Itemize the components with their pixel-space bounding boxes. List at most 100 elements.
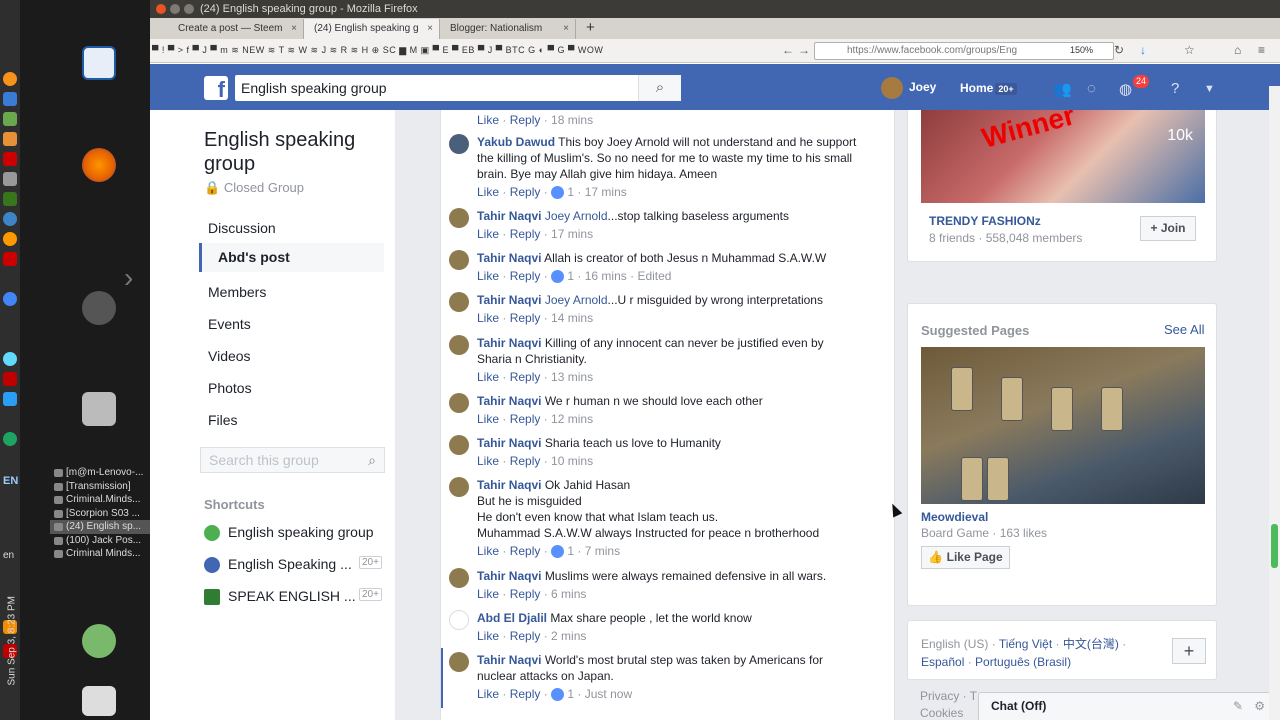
url-bar[interactable]: https://www.facebook.com/groups/Eng [814, 42, 1114, 60]
reply-link[interactable]: Reply [510, 587, 541, 601]
avatar[interactable] [449, 250, 469, 270]
reply-link[interactable]: Reply [510, 454, 541, 468]
like-link[interactable]: Like [477, 113, 499, 127]
commenter-name[interactable]: Abd El Djalil [477, 611, 547, 625]
avatar[interactable] [449, 568, 469, 588]
close-tab-icon[interactable]: × [563, 19, 569, 38]
shortcut-item[interactable]: English Speaking ... 20+ [204, 556, 384, 574]
commenter-name[interactable]: Tahir Naqvi [477, 251, 541, 265]
avatar[interactable] [449, 335, 469, 355]
new-tab-button[interactable]: + [586, 18, 595, 38]
app-icon[interactable] [3, 192, 17, 206]
app-icon[interactable] [3, 172, 17, 186]
maximize-window-icon[interactable] [184, 4, 194, 14]
commenter-name[interactable]: Tahir Naqvi [477, 653, 541, 667]
group-cover-image[interactable]: Winner 10k [921, 110, 1205, 203]
fb-search-input[interactable]: English speaking group [235, 75, 681, 101]
comment-time[interactable]: 17 mins [551, 227, 593, 241]
cookies-link[interactable]: Cookies [920, 705, 977, 720]
task-item[interactable]: [m@m-Lenovo-... [50, 466, 150, 480]
facebook-logo-icon[interactable]: f [204, 76, 228, 102]
app-icon[interactable] [3, 212, 17, 226]
tab-blogger[interactable]: Blogger: Nationalism × [440, 19, 576, 39]
scrollbar-thumb[interactable] [1271, 524, 1278, 568]
commenter-name[interactable]: Yakub Dawud [477, 135, 555, 149]
reply-link[interactable]: Reply [510, 311, 541, 325]
bookmarks-bar[interactable]: ▀ ! ▀ > f ▀ J ▀ m ≋ NEW ≋ T ≋ W ≋ J ≋ R … [152, 45, 603, 56]
avatar[interactable] [449, 393, 469, 413]
download-icon[interactable]: ↓ [1140, 43, 1146, 57]
close-window-icon[interactable] [156, 4, 166, 14]
comment-time[interactable]: 10 mins [551, 454, 593, 468]
task-item[interactable]: [Transmission] [50, 480, 150, 494]
reaction-count[interactable]: 1 [567, 544, 574, 558]
commenter-name[interactable]: Tahir Naqvi [477, 394, 541, 408]
shortcut-item[interactable]: SPEAK ENGLISH ... 20+ [204, 588, 384, 606]
page-name-link[interactable]: Meowdieval [921, 510, 988, 524]
firefox-icon[interactable] [82, 148, 116, 182]
reaction-count[interactable]: 1 [567, 185, 574, 199]
language-link[interactable]: Português (Brasil) [975, 655, 1071, 669]
like-link[interactable]: Like [477, 454, 499, 468]
reaction-count[interactable]: 1 [567, 269, 574, 283]
reply-link[interactable]: Reply [510, 227, 541, 241]
comment-time[interactable]: 12 mins [551, 412, 593, 426]
bitcoin-icon[interactable] [3, 72, 17, 86]
trash-icon[interactable] [82, 686, 116, 716]
expand-chevron-icon[interactable]: › [124, 262, 133, 294]
messenger-icon[interactable]: ◌ [1087, 80, 1096, 97]
reply-link[interactable]: Reply [510, 113, 541, 127]
document-icon[interactable] [82, 46, 116, 80]
mention-link[interactable]: Joey Arnold [545, 209, 608, 223]
profile-link[interactable]: Joey [881, 77, 936, 99]
filezilla-icon[interactable] [3, 372, 17, 386]
page-cover-image[interactable] [921, 347, 1205, 504]
minimize-window-icon[interactable] [170, 4, 180, 14]
nav-abds-post[interactable]: Abd's post [199, 243, 384, 272]
app-icon[interactable] [3, 352, 17, 366]
language-link[interactable]: 中文(台灣) [1063, 637, 1119, 651]
account-menu-chevron-down-icon[interactable]: ▼ [1204, 83, 1215, 95]
app-icon[interactable] [3, 252, 17, 266]
task-item[interactable]: Criminal.Minds... [50, 493, 150, 507]
compose-icon[interactable]: ✎ [1233, 693, 1243, 719]
app-icon[interactable] [3, 232, 17, 246]
reply-link[interactable]: Reply [510, 269, 541, 283]
back-icon[interactable]: ← [782, 43, 794, 57]
group-search-input[interactable]: Search this group ⌕ [200, 447, 385, 473]
nav-discussion[interactable]: Discussion [208, 220, 276, 236]
reply-link[interactable]: Reply [510, 370, 541, 384]
commenter-name[interactable]: Tahir Naqvi [477, 436, 541, 450]
like-link[interactable]: Like [477, 587, 499, 601]
comment-time[interactable]: 6 mins [551, 587, 586, 601]
app-icon[interactable] [3, 92, 17, 106]
comment-time[interactable]: 13 mins [551, 370, 593, 384]
like-reaction-icon[interactable] [551, 270, 565, 284]
reply-link[interactable]: Reply [510, 544, 541, 558]
page-scrollbar[interactable] [1269, 86, 1280, 720]
app-icon[interactable] [3, 292, 17, 306]
help-icon[interactable]: ? [1171, 80, 1179, 97]
commenter-name[interactable]: Tahir Naqvi [477, 478, 541, 492]
notifications-icon[interactable]: ◍ [1119, 80, 1132, 98]
bookmark-star-icon[interactable]: ☆ [1184, 43, 1195, 57]
close-tab-icon[interactable]: × [291, 19, 297, 38]
reply-link[interactable]: Reply [510, 687, 541, 701]
join-button[interactable]: + Join [1140, 216, 1196, 241]
shortcut-item[interactable]: English speaking group [204, 524, 384, 542]
commenter-name[interactable]: Tahir Naqvi [477, 336, 541, 350]
like-link[interactable]: Like [477, 687, 499, 701]
app-icon[interactable] [3, 132, 17, 146]
reply-link[interactable]: Reply [510, 412, 541, 426]
nav-photos[interactable]: Photos [208, 380, 252, 396]
chat-bar[interactable]: Chat (Off) ✎ ⚙ [978, 692, 1276, 720]
language-link[interactable]: Tiếng Việt [999, 637, 1052, 651]
commenter-name[interactable]: Tahir Naqvi [477, 293, 541, 307]
menu-icon[interactable]: ≡ [1258, 43, 1265, 57]
avatar[interactable] [449, 652, 469, 672]
keyboard-layout[interactable]: EN [3, 475, 18, 487]
like-page-button[interactable]: 👍 Like Page [921, 546, 1010, 569]
avatar[interactable] [449, 208, 469, 228]
tab-steem[interactable]: Create a post — Steem × [168, 19, 304, 39]
app-icon[interactable] [3, 112, 17, 126]
